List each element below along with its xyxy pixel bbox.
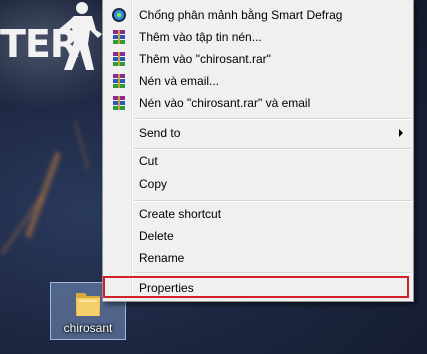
menu-item-label: Thêm vào tập tin nén... (139, 30, 262, 44)
menu-separator (134, 272, 411, 274)
menu-item-label: Nén và email... (139, 74, 220, 88)
winrar-icon (113, 96, 125, 110)
menu-item-copy[interactable]: Copy (105, 173, 411, 195)
menu-item-cut[interactable]: Cut (105, 150, 411, 172)
menu-item-smart-defrag[interactable]: Chống phân mảnh bằng Smart Defrag (105, 4, 411, 26)
menu-item-label: Rename (139, 251, 185, 265)
menu-item-compress-rar-email[interactable]: Nén vào "chirosant.rar" và email (105, 92, 411, 114)
menu-item-label: Create shortcut (139, 207, 222, 221)
smart-defrag-icon (112, 8, 126, 22)
winrar-icon (113, 52, 125, 66)
properties-highlight-box (103, 276, 409, 298)
soldier-silhouette-icon (58, 2, 102, 70)
menu-item-create-shortcut[interactable]: Create shortcut (105, 203, 411, 225)
menu-separator (134, 118, 411, 120)
menu-item-label: Chống phân mảnh bằng Smart Defrag (139, 8, 343, 22)
menu-item-compress-email[interactable]: Nén và email... (105, 70, 411, 92)
folder-icon (76, 293, 100, 316)
menu-item-add-to-rar[interactable]: Thêm vào "chirosant.rar" (105, 48, 411, 70)
context-menu: Chống phân mảnh bằng Smart Defrag Thêm v… (102, 0, 414, 302)
menu-separator (134, 200, 411, 202)
menu-item-send-to[interactable]: Send to (105, 122, 411, 144)
folder-label: chirosant (63, 321, 113, 335)
menu-item-delete[interactable]: Delete (105, 225, 411, 247)
menu-item-rename[interactable]: Rename (105, 247, 411, 269)
menu-item-label: Nén vào "chirosant.rar" và email (139, 96, 311, 110)
menu-item-add-to-archive[interactable]: Thêm vào tập tin nén... (105, 26, 411, 48)
winrar-icon (113, 30, 125, 44)
menu-item-label: Delete (139, 229, 174, 243)
menu-item-label: Thêm vào "chirosant.rar" (139, 52, 271, 66)
menu-item-label: Cut (139, 154, 158, 168)
submenu-arrow-icon (399, 129, 403, 137)
winrar-icon (113, 74, 125, 88)
menu-item-label: Send to (139, 126, 181, 140)
menu-item-label: Copy (139, 177, 168, 191)
